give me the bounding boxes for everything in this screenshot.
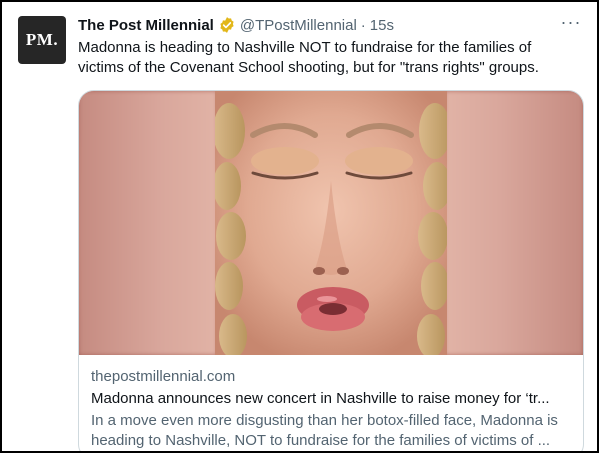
image-blur-right	[445, 91, 583, 355]
verified-badge-icon[interactable]	[218, 16, 236, 34]
display-name[interactable]: The Post Millennial	[78, 17, 214, 34]
tweet-text: Madonna is heading to Nashville NOT to f…	[78, 39, 539, 76]
card-image[interactable]	[79, 91, 583, 355]
tweet-header: The Post Millennial @TPostMillennial · 1…	[78, 15, 557, 35]
avatar-text: PM.	[25, 30, 59, 49]
handle[interactable]: @TPostMillennial	[240, 17, 357, 34]
card-description-line-2: heading to Nashville, NOT to fundraise f…	[91, 432, 551, 449]
portrait-photo	[215, 91, 447, 355]
card-domain[interactable]: thepostmillennial.com	[91, 367, 571, 387]
avatar[interactable]: PM.	[18, 16, 66, 64]
image-blur-left	[79, 91, 217, 355]
card-meta: thepostmillennial.com Madonna announces …	[91, 367, 571, 451]
link-card[interactable]: thepostmillennial.com Madonna announces …	[78, 90, 584, 451]
tweet-container[interactable]: PM. The Post Millennial @TPostMillennial…	[0, 0, 599, 453]
card-title[interactable]: Madonna announces new concert in Nashvil…	[91, 389, 571, 409]
card-description: In a move even more disgusting than her …	[91, 411, 571, 451]
more-options-icon[interactable]: ···	[559, 12, 583, 32]
timestamp[interactable]: 15s	[370, 17, 394, 34]
more-glyph: ···	[560, 11, 582, 32]
separator-dot: ·	[360, 16, 366, 34]
card-description-line-1: In a move even more disgusting than her …	[91, 412, 558, 429]
